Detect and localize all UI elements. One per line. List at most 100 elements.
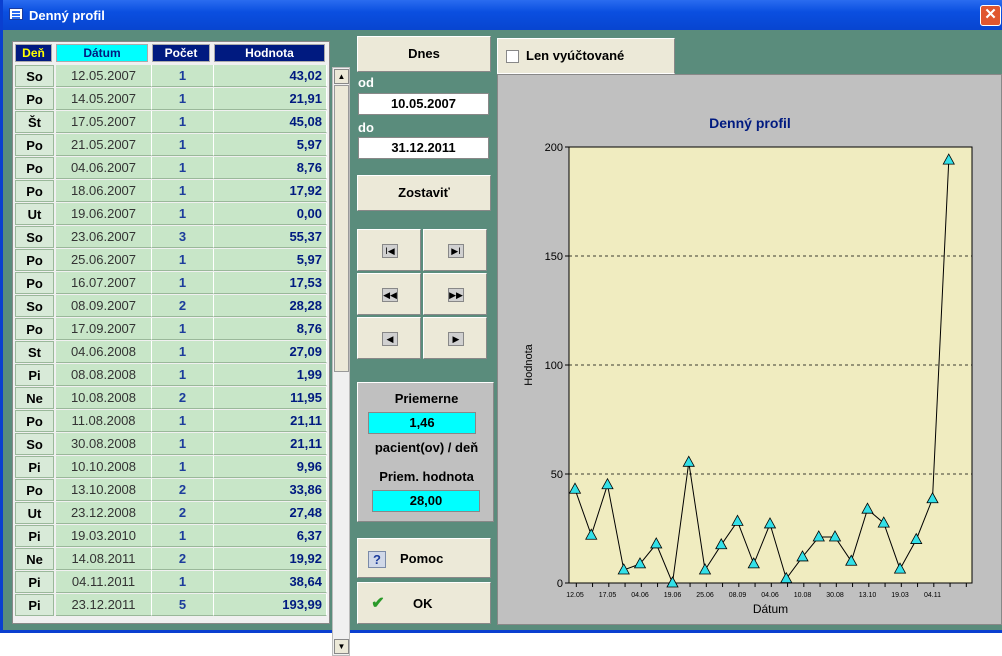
cell-pocet[interactable]: 2 (152, 387, 214, 409)
table-row[interactable]: So 23.06.2007 3 55,37 (15, 226, 327, 248)
table-row[interactable]: Št 17.05.2007 1 45,08 (15, 111, 327, 133)
column-header-hodnota[interactable]: Hodnota (214, 44, 325, 62)
cell-pocet[interactable]: 2 (152, 548, 214, 570)
cell-datum[interactable]: 19.03.2010 (56, 525, 152, 547)
cell-pocet[interactable]: 1 (152, 180, 214, 202)
column-header-datum[interactable]: Dátum (56, 44, 148, 62)
cell-hodnota[interactable]: 6,37 (214, 525, 327, 547)
cell-datum[interactable]: 04.06.2007 (56, 157, 152, 179)
cell-hodnota[interactable]: 193,99 (214, 594, 327, 616)
table-row[interactable]: Pi 10.10.2008 1 9,96 (15, 456, 327, 478)
table-row[interactable]: Po 14.05.2007 1 21,91 (15, 88, 327, 110)
cell-pocet[interactable]: 1 (152, 318, 214, 340)
cell-datum[interactable]: 17.05.2007 (56, 111, 152, 133)
cell-den[interactable]: Po (15, 479, 54, 501)
cell-pocet[interactable]: 1 (152, 525, 214, 547)
title-bar[interactable]: Denný profil ✕ (3, 0, 1002, 30)
nav-last-button[interactable]: ▶I (423, 229, 487, 271)
cell-hodnota[interactable]: 43,02 (214, 65, 327, 87)
nav-prev-page-button[interactable]: ◀◀ (357, 273, 421, 315)
cell-pocet[interactable]: 1 (152, 571, 214, 593)
cell-den[interactable]: So (15, 433, 54, 455)
cell-den[interactable]: Ne (15, 548, 54, 570)
table-row[interactable]: Pi 19.03.2010 1 6,37 (15, 525, 327, 547)
cell-den[interactable]: St (15, 341, 54, 363)
cell-datum[interactable]: 14.08.2011 (56, 548, 152, 570)
table-row[interactable]: Pi 23.12.2011 5 193,99 (15, 594, 327, 616)
cell-pocet[interactable]: 1 (152, 88, 214, 110)
cell-pocet[interactable]: 1 (152, 65, 214, 87)
cell-hodnota[interactable]: 9,96 (214, 456, 327, 478)
table-row[interactable]: Ne 14.08.2011 2 19,92 (15, 548, 327, 570)
cell-pocet[interactable]: 2 (152, 502, 214, 524)
table-row[interactable]: St 04.06.2008 1 27,09 (15, 341, 327, 363)
cell-datum[interactable]: 10.08.2008 (56, 387, 152, 409)
cell-hodnota[interactable]: 28,28 (214, 295, 327, 317)
cell-pocet[interactable]: 1 (152, 272, 214, 294)
nav-prev-button[interactable]: ◀ (357, 317, 421, 359)
cell-datum[interactable]: 19.06.2007 (56, 203, 152, 225)
table-row[interactable]: So 08.09.2007 2 28,28 (15, 295, 327, 317)
nav-next-page-button[interactable]: ▶▶ (423, 273, 487, 315)
cell-hodnota[interactable]: 5,97 (214, 134, 327, 156)
cell-hodnota[interactable]: 11,95 (214, 387, 327, 409)
cell-hodnota[interactable]: 0,00 (214, 203, 327, 225)
cell-den[interactable]: So (15, 295, 54, 317)
table-row[interactable]: So 12.05.2007 1 43,02 (15, 65, 327, 87)
cell-hodnota[interactable]: 8,76 (214, 318, 327, 340)
cell-datum[interactable]: 13.10.2008 (56, 479, 152, 501)
len-vyuctovane-checkbox[interactable] (506, 50, 519, 63)
table-row[interactable]: Po 17.09.2007 1 8,76 (15, 318, 327, 340)
cell-hodnota[interactable]: 33,86 (214, 479, 327, 501)
table-row[interactable]: Po 25.06.2007 1 5,97 (15, 249, 327, 271)
cell-den[interactable]: Po (15, 410, 54, 432)
cell-datum[interactable]: 23.12.2008 (56, 502, 152, 524)
table-row[interactable]: Po 13.10.2008 2 33,86 (15, 479, 327, 501)
cell-datum[interactable]: 14.05.2007 (56, 88, 152, 110)
table-row[interactable]: Po 11.08.2008 1 21,11 (15, 410, 327, 432)
cell-hodnota[interactable]: 17,53 (214, 272, 327, 294)
cell-hodnota[interactable]: 21,11 (214, 410, 327, 432)
cell-datum[interactable]: 18.06.2007 (56, 180, 152, 202)
cell-hodnota[interactable]: 55,37 (214, 226, 327, 248)
cell-hodnota[interactable]: 38,64 (214, 571, 327, 593)
cell-datum[interactable]: 04.06.2008 (56, 341, 152, 363)
cell-hodnota[interactable]: 1,99 (214, 364, 327, 386)
cell-hodnota[interactable]: 5,97 (214, 249, 327, 271)
cell-pocet[interactable]: 2 (152, 479, 214, 501)
table-row[interactable]: Ut 19.06.2007 1 0,00 (15, 203, 327, 225)
cell-datum[interactable]: 10.10.2008 (56, 456, 152, 478)
cell-datum[interactable]: 12.05.2007 (56, 65, 152, 87)
cell-pocet[interactable]: 1 (152, 456, 214, 478)
cell-pocet[interactable]: 1 (152, 433, 214, 455)
cell-den[interactable]: Po (15, 249, 54, 271)
cell-pocet[interactable]: 1 (152, 410, 214, 432)
column-header-pocet[interactable]: Počet (152, 44, 210, 62)
cell-hodnota[interactable]: 21,11 (214, 433, 327, 455)
cell-den[interactable]: Pi (15, 456, 54, 478)
cell-den[interactable]: Pi (15, 364, 54, 386)
pomoc-button[interactable]: ? Pomoc (357, 538, 491, 578)
cell-hodnota[interactable]: 27,09 (214, 341, 327, 363)
table-row[interactable]: Ne 10.08.2008 2 11,95 (15, 387, 327, 409)
grid-scrollbar[interactable]: ▲ ▼ (332, 67, 350, 656)
cell-datum[interactable]: 21.05.2007 (56, 134, 152, 156)
table-row[interactable]: Pi 08.08.2008 1 1,99 (15, 364, 327, 386)
table-row[interactable]: Po 16.07.2007 1 17,53 (15, 272, 327, 294)
cell-datum[interactable]: 16.07.2007 (56, 272, 152, 294)
column-header-den[interactable]: Deň (15, 44, 52, 62)
cell-hodnota[interactable]: 8,76 (214, 157, 327, 179)
cell-den[interactable]: Pi (15, 525, 54, 547)
cell-den[interactable]: Št (15, 111, 54, 133)
cell-den[interactable]: Pi (15, 594, 54, 616)
cell-den[interactable]: Po (15, 88, 54, 110)
table-row[interactable]: Ut 23.12.2008 2 27,48 (15, 502, 327, 524)
cell-den[interactable]: So (15, 226, 54, 248)
nav-first-button[interactable]: I◀ (357, 229, 421, 271)
do-date-field[interactable]: 31.12.2011 (358, 137, 489, 159)
cell-den[interactable]: So (15, 65, 54, 87)
cell-datum[interactable]: 08.09.2007 (56, 295, 152, 317)
cell-den[interactable]: Po (15, 157, 54, 179)
cell-datum[interactable]: 25.06.2007 (56, 249, 152, 271)
cell-pocet[interactable]: 1 (152, 364, 214, 386)
